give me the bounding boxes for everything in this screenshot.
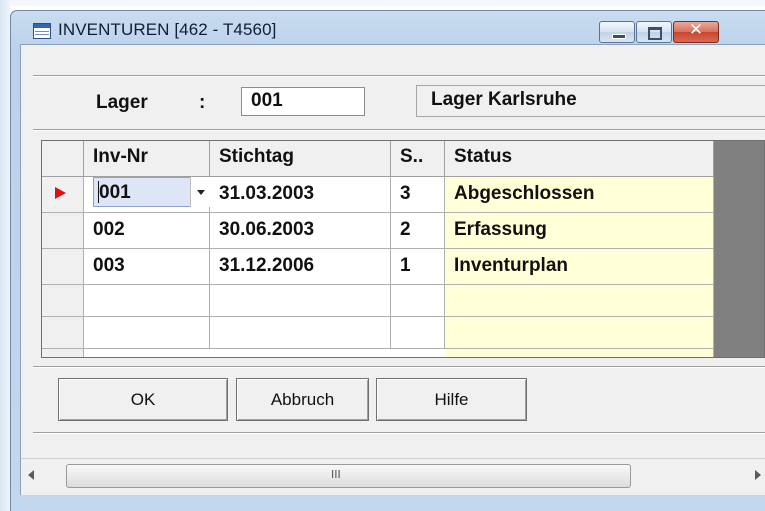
inv-nr-cell[interactable]: 002 [84, 213, 210, 249]
maximize-icon [648, 27, 662, 40]
empty-cell[interactable] [84, 285, 210, 317]
minimize-button[interactable] [599, 21, 635, 43]
column-header-inv-nr[interactable]: Inv-Nr [84, 141, 210, 177]
divider [33, 75, 765, 77]
empty-status-cell[interactable] [445, 285, 714, 317]
row-indicator[interactable] [42, 285, 84, 317]
status-cell[interactable]: Erfassung [445, 213, 714, 249]
close-icon: ✕ [688, 20, 704, 40]
help-button[interactable]: Hilfe [376, 378, 527, 421]
stichtag-cell[interactable]: 31.12.2006 [210, 249, 391, 285]
grid-empty-area [714, 141, 764, 357]
empty-cell[interactable] [84, 317, 210, 349]
table-icon [33, 23, 51, 39]
close-button[interactable]: ✕ [673, 20, 719, 43]
horizontal-scrollbar[interactable]: III [21, 458, 765, 493]
scroll-grip: III [331, 468, 341, 481]
maximize-button[interactable] [636, 21, 672, 43]
status-code-cell[interactable]: 3 [391, 177, 445, 213]
empty-status-cell [445, 349, 714, 357]
row-indicator[interactable] [42, 213, 84, 249]
empty-cell[interactable] [210, 285, 391, 317]
stichtag-cell[interactable]: 30.06.2003 [210, 213, 391, 249]
inv-nr-editor[interactable]: 001 [93, 177, 191, 207]
row-indicator [42, 349, 84, 357]
window-title: INVENTUREN [462 - T4560] [58, 20, 277, 39]
divider [33, 129, 765, 131]
minimize-icon [612, 34, 626, 39]
desktop-edge [0, 0, 10, 511]
status-code-cell[interactable]: 1 [391, 249, 445, 285]
stichtag-cell[interactable]: 31.03.2003 [210, 177, 391, 213]
column-header-status-code[interactable]: S.. [391, 141, 445, 177]
divider [33, 432, 765, 434]
inventory-grid[interactable]: Inv-Nr Stichtag S.. Status 31.03.2003 3 … [41, 140, 765, 358]
cancel-button[interactable]: Abbruch [236, 378, 369, 421]
empty-cell[interactable] [210, 317, 391, 349]
row-indicator[interactable] [42, 249, 84, 285]
lager-colon: : [199, 92, 206, 113]
status-cell[interactable]: Abgeschlossen [445, 177, 714, 213]
column-header-stichtag[interactable]: Stichtag [210, 141, 391, 177]
lager-name-display: Lager Karlsruhe [416, 85, 765, 117]
lager-number-field[interactable]: 001 [241, 87, 365, 116]
ok-button[interactable]: OK [58, 378, 228, 421]
empty-status-cell[interactable] [445, 317, 714, 349]
text-cursor [98, 181, 99, 203]
row-indicator[interactable] [42, 317, 84, 349]
column-header-status[interactable]: Status [445, 141, 714, 177]
scroll-thumb[interactable]: III [66, 464, 631, 488]
inv-nr-dropdown-button[interactable] [190, 177, 210, 207]
lager-label: Lager [96, 92, 148, 113]
desktop-background [0, 0, 765, 6]
current-row-arrow-icon [55, 187, 66, 199]
empty-cell[interactable] [391, 317, 445, 349]
scroll-left-icon[interactable] [28, 470, 34, 480]
divider [33, 366, 765, 368]
status-cell[interactable]: Inventurplan [445, 249, 714, 285]
row-indicator[interactable] [42, 177, 84, 213]
empty-cell[interactable] [391, 285, 445, 317]
grid-corner [42, 141, 84, 177]
status-code-cell[interactable]: 2 [391, 213, 445, 249]
scroll-right-icon[interactable] [755, 470, 761, 480]
inv-nr-cell[interactable]: 003 [84, 249, 210, 285]
